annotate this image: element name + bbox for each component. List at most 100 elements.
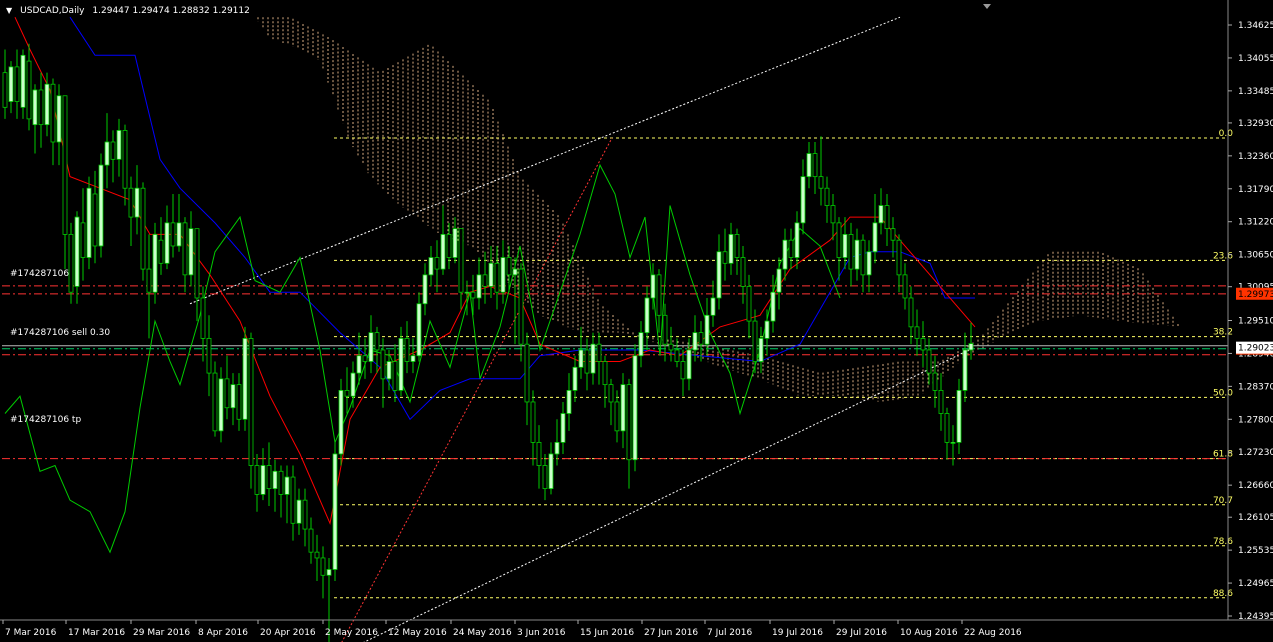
candle-body <box>656 274 662 316</box>
price-tick-label: 1.32930 <box>1238 119 1273 129</box>
time-tick-label: 27 Jun 2016 <box>644 628 698 638</box>
candle-body <box>650 274 656 299</box>
shift-marker-icon <box>983 4 991 9</box>
trend-channel <box>189 16 976 642</box>
candle-body <box>344 390 350 397</box>
candle-body <box>644 297 650 334</box>
candle-body <box>608 384 614 403</box>
candle-body <box>554 441 560 455</box>
candle-body <box>236 384 242 420</box>
candle-body <box>728 234 734 264</box>
sell-order-label: #174287106 sell 0.30 <box>10 328 111 338</box>
candle-body <box>110 141 116 160</box>
candle-body <box>482 274 488 287</box>
candle-body <box>572 366 578 391</box>
candle-body <box>74 216 80 287</box>
candle-body <box>80 222 86 258</box>
candle-body <box>704 314 710 345</box>
candle-body <box>578 349 584 368</box>
candle-body <box>740 257 746 287</box>
candle-body <box>830 205 836 224</box>
candle-body <box>128 187 134 218</box>
candle-body <box>242 338 248 420</box>
price-tick-label: 1.31790 <box>1238 185 1273 195</box>
chart-window[interactable]: 0.023.638.250.061.870.778.688.6100.0 1.3… <box>0 0 1273 642</box>
time-tick-label: 19 Jul 2016 <box>772 628 823 638</box>
candle-body <box>152 234 158 293</box>
candle-body <box>734 234 740 258</box>
candle-body <box>32 89 38 126</box>
candle-body <box>776 268 782 293</box>
candle-body <box>422 274 428 305</box>
candle-body <box>368 332 374 362</box>
candle-body <box>842 234 848 258</box>
price-tick-label: 1.24965 <box>1238 579 1273 589</box>
candle-body <box>416 303 422 357</box>
candle-body <box>218 378 224 432</box>
candle-body <box>518 268 524 345</box>
candle-body <box>326 569 332 576</box>
candle-body <box>14 66 20 102</box>
candle-body <box>410 355 416 362</box>
candle-body <box>542 465 548 490</box>
candle-body <box>404 338 410 362</box>
candle-body <box>854 239 860 270</box>
candle-body <box>494 262 500 293</box>
price-tick-label: 1.27230 <box>1238 448 1273 458</box>
candle-body <box>50 83 56 143</box>
candle-body <box>320 557 326 576</box>
candle-body <box>140 187 146 270</box>
candle-body <box>380 349 386 380</box>
candle-body <box>44 83 50 126</box>
candle-body <box>146 268 152 293</box>
candle-body <box>620 384 626 432</box>
candle-body <box>668 343 674 351</box>
candle-body <box>860 239 866 276</box>
candle-body <box>902 274 908 299</box>
time-tick-label: 22 Aug 2016 <box>964 628 1022 638</box>
price-tick-label: 1.34625 <box>1238 21 1273 31</box>
candle-body <box>866 251 872 276</box>
candle-body <box>662 314 668 345</box>
time-tick-label: 3 Jun 2016 <box>517 628 566 638</box>
fib-level-label: 78.6 <box>1213 537 1233 547</box>
candle-body <box>878 205 884 224</box>
candle-body <box>200 297 206 339</box>
fib-level-label: 0.0 <box>1219 129 1234 139</box>
candle-body <box>788 239 794 258</box>
candle-body <box>446 234 452 258</box>
candle-body <box>746 286 752 322</box>
candle-body <box>812 153 818 178</box>
triangle-down-icon[interactable]: ▼ <box>6 6 12 16</box>
candle-body <box>584 349 590 374</box>
candle-body <box>374 332 380 351</box>
candle-body <box>398 338 404 391</box>
candle-body <box>464 291 470 294</box>
candle-body <box>794 222 800 258</box>
candle-body <box>362 355 368 362</box>
candle-body <box>596 343 602 362</box>
price-tick-label: 1.32360 <box>1238 152 1273 162</box>
candle-body <box>686 349 692 380</box>
price-tick-label: 1.29510 <box>1238 317 1273 327</box>
candle-body <box>332 453 338 570</box>
candle-body <box>500 257 506 293</box>
candle-body <box>104 141 110 166</box>
time-tick-label: 24 May 2016 <box>453 628 512 638</box>
candle-body <box>188 228 194 276</box>
candle-body <box>722 251 728 264</box>
candle-body <box>932 372 938 391</box>
price-tag-label: 1.29973 <box>1238 290 1273 300</box>
price-tick-label: 1.31220 <box>1238 218 1273 228</box>
candle-body <box>692 332 698 351</box>
candle-body <box>926 349 932 374</box>
candle-body <box>92 193 98 247</box>
candle-body <box>428 257 434 276</box>
symbol-label: USDCAD,Daily <box>20 6 85 16</box>
candle-body <box>698 332 704 345</box>
time-tick-label: 2 May 2016 <box>325 628 378 638</box>
candle-body <box>806 153 812 178</box>
candle-body <box>20 54 26 108</box>
price-chart[interactable]: 0.023.638.250.061.870.778.688.6100.0 1.3… <box>0 0 1273 642</box>
candle-body <box>506 257 512 276</box>
